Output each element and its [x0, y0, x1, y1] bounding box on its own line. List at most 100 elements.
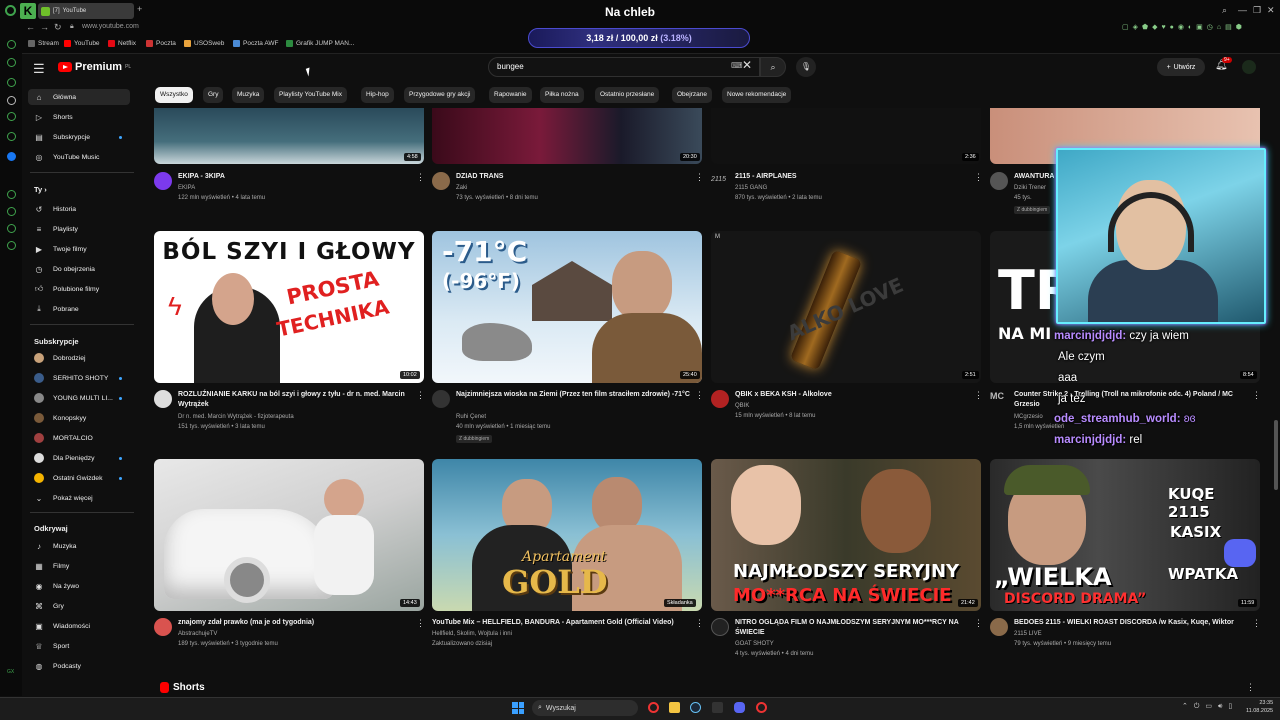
sidebar-item-watch-later[interactable]: ◷ Do obejrzenia	[34, 261, 130, 277]
channel-avatar[interactable]: MC	[990, 391, 1004, 401]
new-tab-button[interactable]: +	[137, 4, 142, 14]
video-thumbnail[interactable]: BÓL SZYI I GŁOWY PROSTA TECHNIKA ϟ	[154, 231, 424, 383]
video-title[interactable]: Najzimniejsza wioska na Ziemi (Przez ten…	[456, 390, 690, 400]
sidebar-sub-konopskyy[interactable]: Konopskyy	[34, 410, 130, 426]
bookmark-grafik[interactable]: Grafik JUMP MAN...	[286, 40, 354, 47]
youtube-premium-logo[interactable]: Premium PL	[58, 61, 131, 73]
channel-avatar[interactable]: 2115	[711, 176, 726, 183]
chip-recently-uploaded[interactable]: Ostatnio przesłane	[595, 87, 660, 103]
video-thumbnail[interactable]: -71°C (-96°F)	[432, 231, 702, 383]
sidebar-sub-serhito[interactable]: SERHITO SHOTY	[34, 370, 130, 386]
opera-gx-icon[interactable]	[756, 702, 767, 713]
video-channel[interactable]: AbstrachujeTV	[178, 630, 217, 639]
ext-icon[interactable]	[7, 112, 16, 121]
ext-icon[interactable]	[7, 241, 16, 250]
chip-music[interactable]: Muzyka	[232, 87, 265, 103]
chip-rap[interactable]: Rapowanie	[489, 87, 532, 103]
video-channel[interactable]: Hellfield, Skolim, Wojtula i inni	[432, 630, 512, 639]
sidebar-show-more[interactable]: ⌄ Pokaż więcej	[34, 490, 130, 506]
tray-icons[interactable]: ⌃⏻▭🔊︎▯	[1182, 702, 1238, 711]
video-channel[interactable]: Dr n. med. Marcin Wytrążek - fizjoterape…	[178, 413, 294, 422]
channel-avatar[interactable]	[432, 390, 450, 408]
ext-icon[interactable]	[7, 190, 16, 199]
more-options-icon[interactable]: ⋮	[1246, 682, 1255, 693]
more-options-icon[interactable]: ⋮	[416, 172, 425, 183]
channel-avatar[interactable]	[154, 390, 172, 408]
discord-icon[interactable]	[734, 702, 745, 713]
video-thumbnail[interactable]	[154, 108, 424, 164]
channel-avatar[interactable]	[154, 618, 172, 636]
reload-icon[interactable]: ↻	[54, 22, 62, 33]
video-thumbnail[interactable]	[432, 108, 702, 164]
channel-avatar[interactable]	[432, 172, 450, 190]
more-options-icon[interactable]: ⋮	[974, 390, 983, 401]
sidebar-explore-music[interactable]: ♪ Muzyka	[34, 538, 130, 554]
voice-search-icon[interactable]: 🎙︎	[796, 57, 816, 77]
windows-start-icon[interactable]	[512, 702, 524, 714]
ext-icon[interactable]	[7, 58, 16, 67]
chip-mix-playlists[interactable]: Playlisty YouTube Mix	[274, 87, 347, 103]
sidebar-item-subscriptions[interactable]: ▤ Subskrypcje	[34, 129, 130, 145]
page-scrollbar[interactable]	[1274, 420, 1278, 490]
sidebar-item-liked[interactable]: 👍︎ Polubione filmy	[34, 281, 130, 297]
video-channel[interactable]: GOAT SHOTY	[735, 640, 774, 649]
sidebar-sub-dobrodziej[interactable]: Dobrodziej	[34, 350, 130, 366]
sidebar-you-heading[interactable]: Ty ›	[34, 185, 47, 194]
sidebar-explore-news[interactable]: ▣ Wiadomości	[34, 618, 130, 634]
sidebar-explore-live[interactable]: ◉ Na żywo	[34, 578, 130, 594]
sidebar-item-home[interactable]: ⌂ Główna	[28, 89, 130, 105]
opera-gx-icon[interactable]	[648, 702, 659, 713]
sidebar-explore-podcasts[interactable]: ◍ Podcasty	[34, 658, 130, 674]
bookmark-usosweb[interactable]: USOSweb	[184, 40, 224, 47]
ext-icon[interactable]	[7, 78, 16, 87]
channel-avatar[interactable]	[711, 390, 729, 408]
ext-icon[interactable]	[7, 207, 16, 216]
video-thumbnail[interactable]	[711, 108, 981, 164]
sidebar-explore-gaming[interactable]: ⌘ Gry	[34, 598, 130, 614]
more-options-icon[interactable]: ⋮	[416, 390, 425, 401]
channel-avatar[interactable]	[990, 618, 1008, 636]
extension-icons[interactable]: ▢◈⬟◆♥●◉◐▣◷⌂▤⬢	[1122, 23, 1246, 31]
kick-icon[interactable]: K	[20, 3, 36, 19]
keyboard-icon[interactable]: ⌨	[731, 61, 743, 70]
video-channel[interactable]: QBIK	[735, 402, 749, 411]
search-button[interactable]: ⌕	[760, 57, 786, 77]
video-channel[interactable]: 2115 LIVE	[1014, 630, 1042, 639]
video-title[interactable]: YouTube Mix – HELLFIELD, BANDURA - Apart…	[432, 618, 694, 628]
more-options-icon[interactable]: ⋮	[974, 618, 983, 629]
video-channel[interactable]: EKIPA	[178, 184, 195, 193]
video-title[interactable]: BEDOES 2115 - WIELKI ROAST DISCORDA /w K…	[1014, 618, 1246, 628]
bookmark-poczta[interactable]: Poczta	[146, 40, 176, 47]
video-title[interactable]: ROZLUŹNIANIE KARKU na ból szyi i głowy z…	[178, 390, 408, 409]
video-channel[interactable]: 2115 GANG	[735, 184, 767, 193]
video-channel[interactable]: Dziki Trener	[1014, 184, 1046, 193]
search-icon[interactable]: ⌕	[1222, 5, 1227, 16]
bookmark-stream[interactable]: Stream	[28, 40, 59, 47]
video-title[interactable]: 2115 - AIRPLANES	[735, 172, 965, 182]
video-title[interactable]: DZIAD TRANS	[456, 172, 686, 182]
sidebar-item-history[interactable]: ↺ Historia	[34, 201, 130, 217]
taskbar-clock[interactable]: 23:35 11.08.2025	[1246, 699, 1273, 715]
chip-watched[interactable]: Obejrzane	[672, 87, 712, 103]
browser-tab-youtube[interactable]: [7] YouTube	[38, 3, 134, 19]
bookmark-poczta-awf[interactable]: Poczta AWF	[233, 40, 279, 47]
video-channel[interactable]: Ruhi Çenet	[456, 413, 486, 422]
chip-games[interactable]: Gry	[203, 87, 224, 103]
video-channel[interactable]: Zaki	[456, 184, 467, 193]
sidebar-item-shorts[interactable]: ▷ Shorts	[34, 109, 130, 125]
sidebar-sub-ostatni-gwizdek[interactable]: Ostatni Gwizdek	[34, 470, 130, 486]
sidebar-sub-dla-pieniedzy[interactable]: Dla Pieniędzy	[34, 450, 130, 466]
video-thumbnail[interactable]	[154, 459, 424, 611]
sidebar-explore-movies[interactable]: ▦ Filmy	[34, 558, 130, 574]
sidebar-sub-mortalcio[interactable]: MORTALCIO	[34, 430, 130, 446]
video-thumbnail[interactable]: ALKO LOVE M	[711, 231, 981, 383]
create-button[interactable]: + Utwórz	[1157, 58, 1205, 76]
video-title[interactable]: Counter Strike 2 - Trolling (Troll na mi…	[1014, 390, 1246, 409]
back-icon[interactable]: ←	[26, 22, 35, 32]
video-title[interactable]: NITRO OGLĄDA FILM O NAJMŁODSZYM SERYJNYM…	[735, 618, 967, 637]
more-options-icon[interactable]: ⋮	[1252, 618, 1261, 629]
video-thumbnail[interactable]: KUQE 2115 KASIX WPATKA „WIELKA DISCORD D…	[990, 459, 1260, 611]
video-title[interactable]: AWANTURA	[1014, 172, 1054, 182]
bookmark-netflix[interactable]: Netflix	[108, 40, 136, 47]
sidebar-item-your-videos[interactable]: ▶ Twoje filmy	[34, 241, 130, 257]
